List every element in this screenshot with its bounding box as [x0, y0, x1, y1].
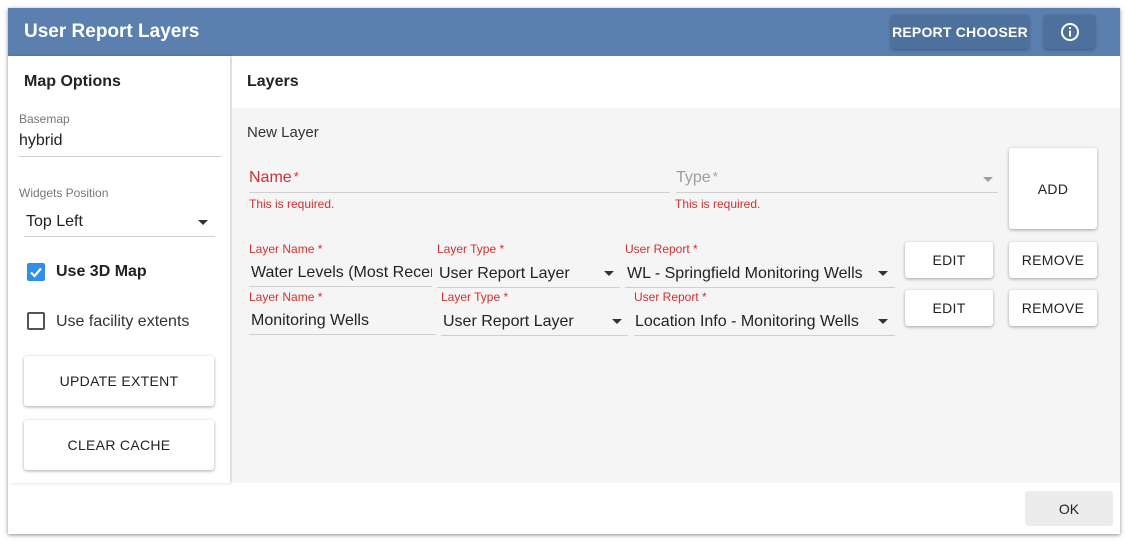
widgets-position-select[interactable]: Top Left [26, 213, 83, 231]
layer-name-input[interactable]: Water Levels (Most Recent) [251, 264, 432, 282]
layer-name-underline [249, 286, 432, 287]
user-report-label: User Report * [625, 242, 698, 256]
use-facility-extents-label: Use facility extents [56, 313, 190, 330]
layer-name-label: Layer Name * [249, 242, 323, 256]
info-icon [1060, 23, 1079, 41]
type-required-mark: * [712, 169, 718, 184]
title-bar: User Report Layers REPORT CHOOSER [8, 8, 1120, 56]
user-report-label: User Report * [634, 290, 707, 304]
type-error: This is required. [675, 197, 761, 211]
chevron-down-icon [878, 319, 888, 324]
type-underline [676, 192, 998, 193]
layers-heading: Layers [247, 73, 299, 90]
layer-type-underline [441, 335, 628, 336]
dialog-title: User Report Layers [24, 21, 200, 42]
map-options-heading: Map Options [24, 73, 121, 90]
update-extent-button[interactable]: UPDATE EXTENT [24, 356, 214, 406]
type-placeholder: Type [676, 169, 711, 186]
chevron-down-icon [198, 220, 208, 225]
user-report-layers-dialog: User Report Layers REPORT CHOOSER Map Op… [8, 8, 1120, 534]
edit-button[interactable]: EDIT [905, 242, 993, 278]
layer-name-label: Layer Name * [249, 290, 323, 304]
name-placeholder: Name [249, 169, 292, 186]
layers-content: New Layer Name * This is required. Type * … [232, 108, 1120, 483]
name-error: This is required. [249, 197, 335, 211]
user-report-select[interactable]: Location Info - Monitoring Wells [635, 313, 859, 331]
use-3d-map-label: Use 3D Map [56, 263, 147, 280]
new-layer-heading: New Layer [247, 124, 319, 141]
map-options-panel: Map Options Basemap hybrid Widgets Posit… [8, 56, 230, 483]
remove-button[interactable]: REMOVE [1009, 242, 1097, 278]
layer-name-underline [249, 334, 436, 335]
add-button[interactable]: ADD [1009, 148, 1097, 229]
widgets-position-label: Widgets Position [19, 186, 109, 200]
name-field-label[interactable]: Name * [249, 169, 299, 187]
type-select[interactable]: Type * [676, 169, 718, 187]
ok-button[interactable]: OK [1025, 491, 1113, 526]
basemap-label: Basemap [19, 112, 70, 126]
remove-button[interactable]: REMOVE [1009, 290, 1097, 326]
user-report-underline [634, 335, 895, 336]
chevron-down-icon [878, 271, 888, 276]
basemap-input[interactable]: hybrid [19, 132, 221, 150]
required-mark: * [293, 169, 299, 184]
chevron-down-icon [604, 271, 614, 276]
report-chooser-button[interactable]: REPORT CHOOSER [891, 15, 1029, 49]
check-icon [30, 267, 42, 278]
layer-type-select[interactable]: User Report Layer [439, 265, 570, 283]
name-underline [249, 192, 670, 193]
use-3d-map-checkbox[interactable] [27, 263, 45, 281]
chevron-down-icon [612, 319, 622, 324]
basemap-underline [19, 156, 221, 157]
user-report-underline [625, 287, 895, 288]
user-report-select[interactable]: WL - Springfield Monitoring Wells [627, 265, 863, 283]
edit-button[interactable]: EDIT [905, 290, 993, 326]
info-button[interactable] [1044, 15, 1095, 49]
layers-panel: Layers New Layer Name * This is required.… [232, 56, 1120, 483]
layer-type-select[interactable]: User Report Layer [443, 313, 574, 331]
layer-type-label: Layer Type * [441, 290, 509, 304]
layer-name-input[interactable]: Monitoring Wells [251, 312, 432, 330]
use-facility-extents-checkbox[interactable] [27, 312, 45, 330]
layer-type-label: Layer Type * [437, 242, 505, 256]
clear-cache-button[interactable]: CLEAR CACHE [24, 420, 214, 470]
widgets-position-underline [24, 236, 215, 237]
chevron-down-icon [983, 177, 993, 182]
layer-type-underline [437, 287, 620, 288]
